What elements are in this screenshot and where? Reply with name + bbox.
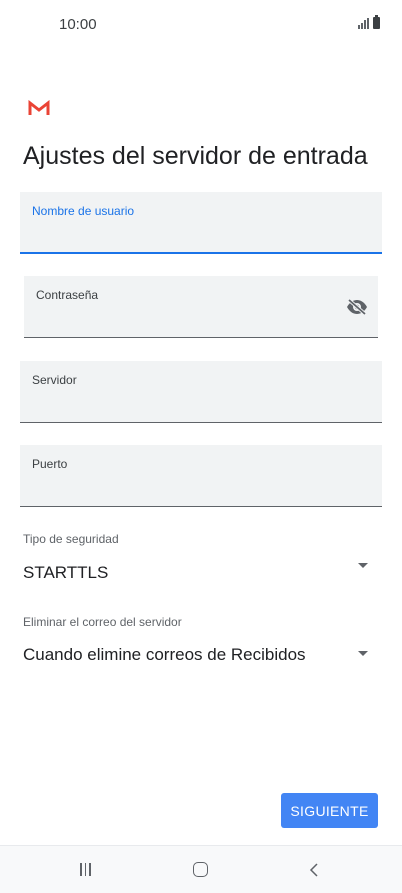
server-input[interactable] [32, 397, 332, 414]
port-label: Puerto [32, 457, 68, 471]
server-label: Servidor [32, 373, 77, 387]
gmail-logo-icon [28, 100, 50, 115]
password-input[interactable] [36, 312, 336, 329]
home-icon[interactable] [193, 862, 208, 877]
username-label: Nombre de usuario [32, 204, 135, 218]
username-field[interactable]: Nombre de usuario [20, 192, 382, 254]
navigation-bar [0, 845, 402, 893]
dropdown-arrow-icon[interactable] [358, 563, 368, 568]
security-type-label: Tipo de seguridad [23, 532, 119, 546]
password-label: Contraseña [36, 288, 99, 302]
password-field[interactable]: Contraseña [24, 276, 378, 338]
delete-mail-label: Eliminar el correo del servidor [23, 615, 182, 629]
status-icons [358, 15, 380, 29]
status-time: 10:00 [59, 16, 97, 33]
dropdown-arrow-icon[interactable] [358, 651, 368, 656]
page-title: Ajustes del servidor de entrada [23, 142, 368, 170]
signal-icon [358, 18, 369, 29]
next-button[interactable]: SIGUIENTE [281, 793, 378, 828]
port-field[interactable]: Puerto [20, 445, 382, 507]
delete-mail-value[interactable]: Cuando elimine correos de Recibidos [23, 645, 306, 665]
back-icon[interactable] [308, 863, 322, 877]
recent-apps-icon[interactable] [80, 863, 91, 876]
port-input[interactable] [32, 481, 332, 498]
eye-off-icon[interactable] [346, 298, 368, 316]
battery-icon [373, 15, 380, 29]
security-type-value[interactable]: STARTTLS [23, 563, 108, 583]
server-field[interactable]: Servidor [20, 361, 382, 423]
status-bar: 10:00 [0, 0, 402, 50]
username-input[interactable] [32, 227, 332, 244]
